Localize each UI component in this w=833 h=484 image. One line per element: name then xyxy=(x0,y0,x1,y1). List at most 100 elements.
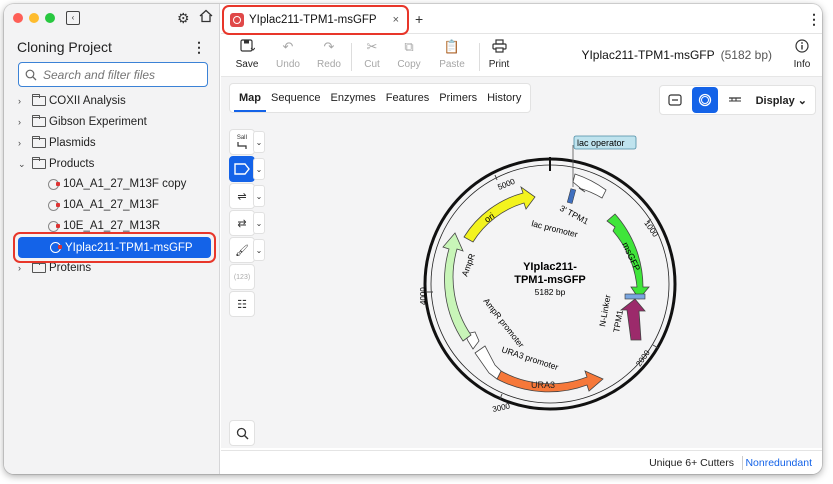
undo-label: Undo xyxy=(276,59,300,70)
chevron-right-icon[interactable]: › xyxy=(18,263,32,273)
circular-view-icon[interactable] xyxy=(691,87,718,113)
plasmid-map[interactable]: 1000 2000 3000 4000 5000 ori 3' TPM1 lac… xyxy=(409,127,699,427)
primer-tool-dropdown[interactable]: ⌄ xyxy=(253,185,265,207)
file-label: 10E_A1_27_M13R xyxy=(63,220,161,232)
primer-tool[interactable]: ⇌ xyxy=(229,183,255,209)
tab-features[interactable]: Features xyxy=(381,83,434,113)
folder-row-products[interactable]: ⌄ Products xyxy=(18,154,94,174)
chevron-down-icon: ⌄ xyxy=(255,191,263,201)
search-input[interactable] xyxy=(43,67,203,82)
search-icon xyxy=(236,427,248,439)
tab-document[interactable]: YIplac211-TPM1-msGFP × xyxy=(225,7,405,33)
zoom-window-button[interactable] xyxy=(45,13,55,23)
counter-tool[interactable]: (123) xyxy=(229,264,255,290)
file-row[interactable]: 10A_A1_27_M13F xyxy=(48,195,159,215)
folder-row-plasmids[interactable]: › Plasmids xyxy=(18,133,96,153)
sequence-file-icon xyxy=(48,220,60,232)
feature-label-lac-promoter: lac promoter xyxy=(531,218,579,239)
chevron-down-icon[interactable]: ⌄ xyxy=(18,159,32,170)
enzyme-tool[interactable]: SalI xyxy=(229,129,255,155)
project-title: Cloning Project xyxy=(17,39,112,55)
tab-primers[interactable]: Primers xyxy=(434,83,482,113)
feature-ampr[interactable] xyxy=(442,232,472,342)
toggle-sidebar-icon[interactable]: ‹ xyxy=(66,11,80,25)
info-button[interactable]: Info xyxy=(782,39,822,70)
feature-tool-dropdown[interactable]: ⌄ xyxy=(253,158,265,180)
folder-icon xyxy=(32,157,46,169)
sequence-view-icon[interactable] xyxy=(722,87,748,113)
sidebar: ‹ ⚙ Cloning Project ⋮ › COXII Analysis ›… xyxy=(4,4,220,474)
feature-ori[interactable] xyxy=(463,185,536,243)
file-row-selected[interactable]: YIplac211-TPM1-msGFP xyxy=(18,237,211,258)
chevron-right-icon[interactable]: › xyxy=(18,96,32,106)
cut-button[interactable]: ✂ Cut xyxy=(352,39,392,70)
undo-button[interactable]: ↶ Undo xyxy=(268,39,308,70)
tab-sequence[interactable]: Sequence xyxy=(266,83,326,113)
feature-label-ampr: AmpR xyxy=(459,252,476,278)
paste-button[interactable]: 📋 Paste xyxy=(432,39,472,70)
lac-operator-mark[interactable] xyxy=(566,188,577,204)
folder-label: Proteins xyxy=(49,262,92,274)
feature-tool[interactable] xyxy=(229,156,255,182)
feature-tpm1[interactable] xyxy=(619,298,646,341)
copy-button[interactable]: ⧉ Copy xyxy=(389,39,429,70)
status-divider xyxy=(742,456,743,470)
app-window: ‹ ⚙ Cloning Project ⋮ › COXII Analysis ›… xyxy=(4,4,822,474)
map-length: 5182 bp xyxy=(535,287,566,297)
clipboard-icon: 📋 xyxy=(443,39,461,54)
gear-icon[interactable]: ⚙ xyxy=(177,10,190,27)
tab-map[interactable]: Map xyxy=(234,84,266,112)
chevron-right-icon[interactable]: › xyxy=(18,117,32,127)
orf-tool[interactable]: ⇄ xyxy=(229,210,255,236)
highlight-tool-dropdown[interactable]: ⌄ xyxy=(253,239,265,261)
zoom-button[interactable] xyxy=(229,420,255,446)
enzyme-set-label[interactable]: Unique 6+ Cutters xyxy=(649,457,734,469)
printer-icon xyxy=(491,39,507,55)
file-row[interactable]: 10A_A1_27_M13F copy xyxy=(48,174,186,194)
minimize-window-button[interactable] xyxy=(29,13,39,23)
enzyme-tool-dropdown[interactable]: ⌄ xyxy=(253,131,265,153)
view-tabs: Map Sequence Enzymes Features Primers Hi… xyxy=(229,83,532,113)
copy-icon: ⧉ xyxy=(404,39,414,54)
tab-history[interactable]: History xyxy=(482,83,526,113)
folder-row-proteins[interactable]: › Proteins xyxy=(18,258,91,278)
highlight-tool[interactable]: 🖌 xyxy=(229,237,255,263)
feature-arrow-icon xyxy=(234,163,250,175)
chevron-right-icon[interactable]: › xyxy=(18,138,32,148)
search-field[interactable] xyxy=(18,62,208,87)
list-tool[interactable]: ☷ xyxy=(229,291,255,317)
feature-ura3-promoter[interactable] xyxy=(474,345,502,380)
file-row[interactable]: 10E_A1_27_M13R xyxy=(48,216,160,236)
file-label: 10A_A1_27_M13F xyxy=(63,199,159,211)
folder-row-coxii[interactable]: › COXII Analysis xyxy=(18,91,126,111)
close-window-button[interactable] xyxy=(13,13,23,23)
chevron-down-icon: ⌄ xyxy=(255,137,263,147)
window-menu-icon[interactable]: ⋮ xyxy=(807,12,821,26)
redo-button[interactable]: ↷ Redo xyxy=(309,39,349,70)
linear-view-icon[interactable] xyxy=(662,87,688,113)
save-button[interactable]: Save xyxy=(227,39,267,70)
tab-label: YIplac211-TPM1-msGFP xyxy=(249,14,377,26)
display-menu[interactable]: Display ⌄ xyxy=(750,94,815,107)
tab-enzymes[interactable]: Enzymes xyxy=(326,83,381,113)
sequence-file-icon xyxy=(48,199,60,211)
print-button[interactable]: Print xyxy=(479,39,519,70)
feature-3-tpm1[interactable] xyxy=(572,173,607,199)
project-menu-icon[interactable]: ⋮ xyxy=(192,40,206,54)
scissors-icon: ✂ xyxy=(366,39,378,54)
save-label: Save xyxy=(235,59,259,70)
close-tab-icon[interactable]: × xyxy=(393,14,399,26)
redundancy-mode-label[interactable]: Nonredundant xyxy=(745,457,812,469)
add-tab-icon[interactable]: + xyxy=(415,11,423,27)
sequence-file-icon xyxy=(50,242,62,253)
home-icon[interactable] xyxy=(199,9,213,23)
copy-label: Copy xyxy=(397,59,421,70)
feature-label-ura3-promoter: URA3 promoter xyxy=(500,344,559,372)
n-linker-mark[interactable] xyxy=(624,293,646,300)
sequence-title: YIplac211-TPM1-msGFP (5182 bp) xyxy=(581,48,772,62)
folder-label: Products xyxy=(49,158,95,170)
feature-label-lac-operator: lac operator xyxy=(577,138,625,148)
orf-tool-dropdown[interactable]: ⌄ xyxy=(253,212,265,234)
folder-row-gibson[interactable]: › Gibson Experiment xyxy=(18,112,147,132)
paste-label: Paste xyxy=(439,59,465,70)
